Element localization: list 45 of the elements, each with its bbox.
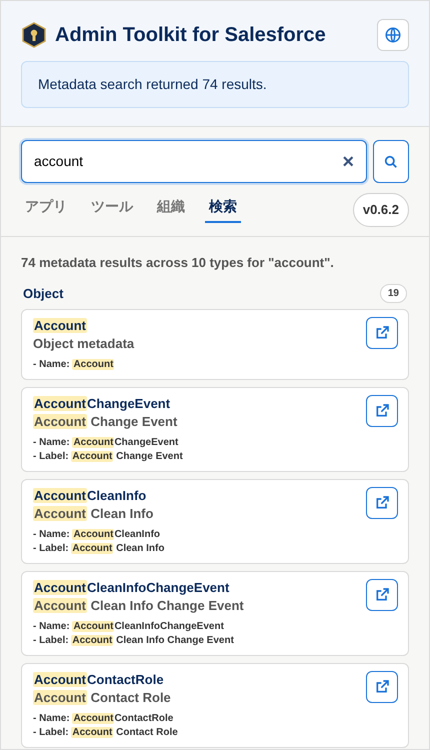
result-title: Account — [33, 316, 88, 334]
group-heading: Object — [23, 285, 64, 303]
result-title: AccountChangeEvent — [33, 394, 172, 412]
detail-line: - Name: AccountCleanInfoChangeEvent — [33, 620, 225, 634]
open-link-button[interactable] — [366, 670, 398, 702]
search-field[interactable]: account × — [21, 140, 367, 183]
language-button[interactable] — [377, 19, 409, 51]
tab[interactable]: ツール — [87, 196, 137, 224]
external-link-icon — [374, 402, 390, 418]
detail-line: - Name: AccountContactRole — [33, 712, 174, 726]
open-link-button[interactable] — [366, 486, 398, 518]
globe-icon — [384, 26, 402, 44]
open-link-button[interactable] — [366, 394, 398, 426]
detail-line: - Name: Account — [33, 358, 116, 372]
version-badge: v0.6.2 — [352, 193, 409, 226]
detail-line: - Name: AccountCleanInfo — [33, 528, 162, 542]
external-link-icon — [374, 586, 390, 602]
detail-line: - Name: AccountChangeEvent — [33, 436, 180, 450]
open-link-button[interactable] — [366, 578, 398, 610]
notice-text: Metadata search returned 74 results. — [38, 75, 268, 94]
result-title: AccountCleanInfo — [33, 486, 148, 504]
logo-icon — [21, 22, 47, 48]
result-title: AccountCleanInfoChangeEvent — [33, 578, 230, 596]
app-title: Admin Toolkit for Salesforce — [55, 23, 326, 48]
result-subtitle: Account Clean Info Change Event — [33, 596, 244, 614]
detail-line: - Label: Account Clean Info — [33, 542, 164, 556]
tab[interactable]: 組織 — [153, 196, 189, 224]
tab[interactable]: 検索 — [205, 196, 241, 224]
tab[interactable]: アプリ — [21, 196, 71, 224]
search-icon — [384, 154, 398, 168]
external-link-icon — [374, 494, 390, 510]
count-badge: 19 — [380, 284, 407, 304]
results-summary: 74 metadata results across 10 types for "account". — [21, 254, 335, 272]
result-title: AccountContactRole — [33, 670, 165, 688]
detail-line: - Label: Account Contact Role — [33, 726, 178, 740]
clear-button[interactable]: × — [342, 152, 354, 172]
external-link-icon — [374, 678, 390, 694]
result-subtitle: Account Change Event — [33, 412, 178, 430]
external-link-icon — [374, 324, 390, 340]
result-subtitle: Account Clean Info — [33, 504, 154, 522]
detail-line: - Label: Account Change Event — [33, 450, 183, 464]
detail-line: - Label: Account Clean Info Change Event — [33, 634, 235, 648]
search-button[interactable] — [373, 140, 409, 183]
result-subtitle: Account Contact Role — [33, 688, 172, 706]
open-link-button[interactable] — [366, 316, 398, 348]
